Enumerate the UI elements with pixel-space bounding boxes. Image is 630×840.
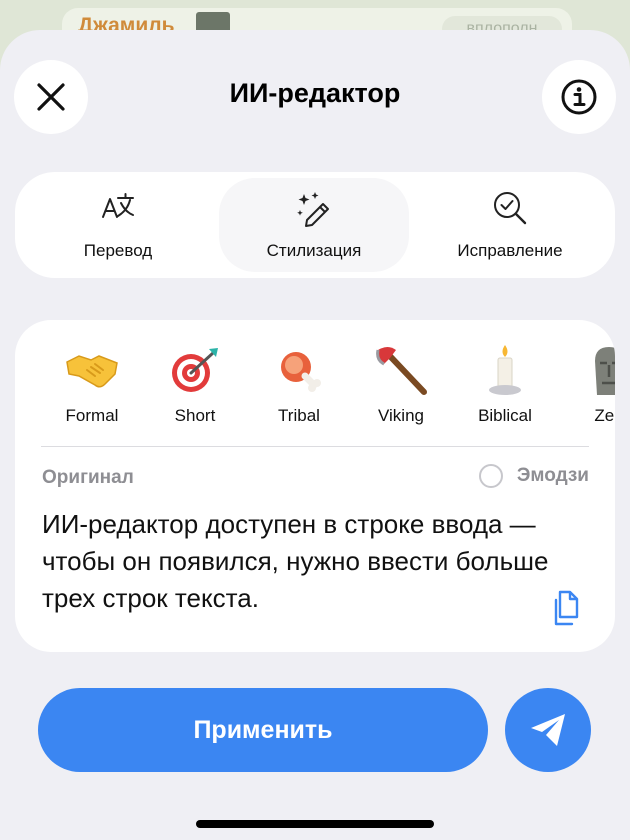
axe-emoji (376, 347, 427, 395)
info-button[interactable] (542, 60, 616, 134)
apply-button[interactable]: Применить (38, 688, 488, 772)
original-text: ИИ-редактор доступен в строке ввода — чт… (42, 509, 549, 613)
moai-emoji (595, 347, 615, 395)
radio-icon (478, 464, 503, 488)
translate-icon (102, 193, 134, 218)
style-tribal[interactable]: Tribal (249, 344, 349, 426)
emoji-toggle-label: Эмодзи (516, 465, 589, 486)
tab-correction[interactable]: Исправление (415, 178, 605, 272)
info-icon (561, 79, 597, 115)
style-viking-label: Viking (378, 406, 424, 425)
candle-emoji (489, 345, 521, 395)
tab-translate-label: Перевод (83, 241, 153, 260)
target-emoji (172, 348, 218, 392)
style-tribal-label: Tribal (278, 406, 320, 425)
copy-button[interactable] (550, 588, 586, 628)
style-short-label: Short (174, 406, 216, 425)
style-viking[interactable]: Viking (351, 344, 451, 426)
style-zen-label: Zen (594, 406, 615, 425)
style-biblical[interactable]: Biblical (455, 344, 555, 426)
original-label: Оригинал (42, 467, 134, 488)
sheet-title: ИИ-редактор (229, 78, 401, 108)
style-card: Formal Short Tribal Viking Biblical Ze О… (15, 320, 615, 652)
style-biblical-label: Biblical (478, 406, 532, 425)
magic-pen-icon (297, 192, 329, 227)
style-short[interactable]: Short (145, 344, 245, 426)
tab-stylization[interactable]: Стилизация (219, 178, 409, 272)
divider (41, 446, 589, 447)
send-icon (531, 714, 565, 746)
tab-correction-label: Исправление (457, 241, 563, 260)
style-formal[interactable]: Formal (42, 344, 142, 426)
send-button[interactable] (505, 688, 591, 772)
style-formal-label: Formal (65, 406, 119, 425)
search-check-icon (494, 192, 527, 225)
style-zen[interactable]: Zen (559, 344, 615, 426)
tab-stylization-label: Стилизация (266, 241, 362, 260)
emoji-toggle[interactable]: Эмодзи (478, 464, 589, 488)
mode-selector: Перевод Стилизация Исправление (15, 172, 615, 278)
meat-bone-emoji (281, 352, 321, 392)
home-indicator (196, 820, 434, 828)
tab-translate[interactable]: Перевод (23, 178, 213, 272)
handshake-emoji (66, 355, 118, 388)
copy-icon (554, 590, 579, 626)
ai-editor-sheet: ИИ-редактор Перевод Стилизация Исправлен… (0, 30, 630, 840)
